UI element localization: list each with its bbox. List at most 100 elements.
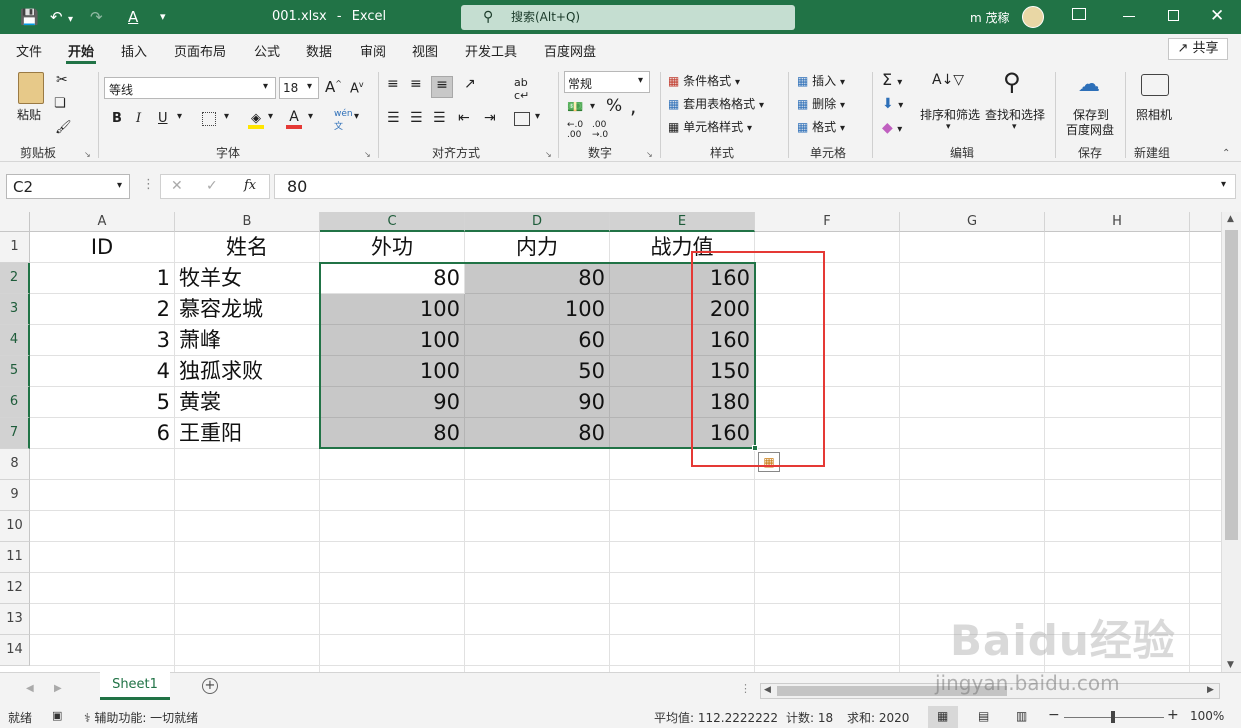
conditional-format-button[interactable]: ▦ 条件格式 ▾	[668, 72, 740, 89]
cell-a2[interactable]: 1	[30, 263, 175, 294]
paste-icon[interactable]	[18, 72, 44, 104]
find-icon[interactable]: ⚲	[1003, 68, 1021, 96]
redo-icon[interactable]: ↷	[90, 8, 103, 26]
copy-icon[interactable]: ❏	[54, 96, 66, 111]
vertical-scrollbar[interactable]: ▲ ▼	[1221, 212, 1241, 672]
italic-icon[interactable]: I	[136, 111, 141, 126]
merge-center-icon[interactable]	[514, 112, 530, 126]
border-icon[interactable]	[202, 112, 216, 126]
cell-b7[interactable]: 王重阳	[175, 418, 320, 449]
tab-home[interactable]: 开始	[68, 41, 94, 60]
sort-filter-icon[interactable]: A↓▽	[932, 72, 964, 88]
column-header[interactable]: C	[320, 212, 465, 232]
add-sheet-icon[interactable]: +	[202, 678, 218, 694]
row-header[interactable]: 8	[0, 449, 30, 480]
cell-a6[interactable]: 5	[30, 387, 175, 418]
row-header[interactable]: 4	[0, 325, 30, 356]
chevron-down-icon[interactable]: ▾	[590, 101, 595, 112]
user-name[interactable]: m 茂稼	[970, 9, 1010, 26]
row-header[interactable]: 2	[0, 263, 30, 294]
cell-b6[interactable]: 黄裳	[175, 387, 320, 418]
next-sheet-icon[interactable]: ▶	[54, 683, 62, 694]
increase-decimal-icon[interactable]: ←.0.00	[567, 120, 583, 140]
accessibility-status[interactable]: ⚕ 辅助功能: 一切就绪	[84, 709, 198, 726]
formula-input[interactable]: 80 ▾	[274, 174, 1236, 199]
column-header[interactable]: A	[30, 212, 175, 232]
cell-style-button[interactable]: ▦ 单元格样式 ▾	[668, 118, 752, 135]
cell-b5[interactable]: 独孤求败	[175, 356, 320, 387]
chevron-down-icon[interactable]: ▾	[354, 111, 359, 122]
cut-icon[interactable]: ✂	[56, 72, 68, 88]
align-right-icon[interactable]: ☰	[433, 110, 446, 126]
worksheet-grid[interactable]: A B C D E F G H 1 2 3 4 5 6 7 8 9 10 11 …	[0, 212, 1221, 672]
expand-formula-icon[interactable]: ▾	[1221, 179, 1226, 190]
find-select-label[interactable]: 查找和选择	[985, 106, 1045, 123]
tab-data[interactable]: 数据	[306, 41, 332, 60]
maximize-icon[interactable]	[1168, 10, 1179, 21]
font-color-icon[interactable]: A	[286, 109, 302, 129]
insert-function-icon[interactable]: fx	[244, 178, 256, 193]
insert-cells-button[interactable]: ▦ 插入 ▾	[797, 72, 845, 89]
close-icon[interactable]: ✕	[1210, 6, 1224, 26]
increase-font-icon[interactable]: A^	[325, 78, 342, 96]
sort-filter-label[interactable]: 排序和筛选	[920, 106, 980, 123]
comma-style-icon[interactable]: ,	[630, 94, 636, 118]
align-middle-icon[interactable]: ≡	[410, 76, 422, 92]
cell-c1[interactable]: 外功	[320, 232, 465, 263]
minimize-icon[interactable]	[1123, 16, 1135, 17]
column-header[interactable]	[1190, 212, 1221, 232]
zoom-out-icon[interactable]: −	[1048, 707, 1060, 723]
vertical-scroll-thumb[interactable]	[1225, 230, 1238, 540]
scroll-left-icon[interactable]: ◀	[764, 685, 771, 695]
search-box[interactable]: ⚲ 搜索(Alt+Q)	[461, 5, 795, 30]
tab-file[interactable]: 文件	[16, 41, 42, 60]
chevron-down-icon[interactable]: ▾	[268, 111, 273, 122]
currency-icon[interactable]: 💵	[567, 100, 583, 115]
cell-a1[interactable]: ID	[30, 232, 175, 263]
column-header[interactable]: F	[755, 212, 900, 232]
macro-record-icon[interactable]: ▣	[52, 709, 62, 722]
baidu-disk-label[interactable]: 百度网盘	[1066, 121, 1114, 138]
chevron-down-icon[interactable]: ▾	[177, 111, 182, 122]
enter-icon[interactable]: ✓	[206, 178, 218, 194]
row-header[interactable]: 6	[0, 387, 30, 418]
cell-a7[interactable]: 6	[30, 418, 175, 449]
collapse-ribbon-icon[interactable]: ⌃	[1222, 148, 1230, 159]
cell-b3[interactable]: 慕容龙城	[175, 294, 320, 325]
wrap-text-icon[interactable]: ab c↵	[514, 76, 529, 102]
tab-insert[interactable]: 插入	[121, 41, 147, 60]
cell-d1[interactable]: 内力	[465, 232, 610, 263]
zoom-slider-thumb[interactable]	[1111, 711, 1115, 723]
cell-a4[interactable]: 3	[30, 325, 175, 356]
cell-b1[interactable]: 姓名	[175, 232, 320, 263]
column-header[interactable]: D	[465, 212, 610, 232]
row-header[interactable]: 10	[0, 511, 30, 542]
clear-icon[interactable]: ◆ ▾	[882, 120, 902, 136]
column-header[interactable]: E	[610, 212, 755, 232]
scroll-up-icon[interactable]: ▲	[1227, 214, 1234, 224]
number-format-select[interactable]: 常规 ▾	[564, 71, 650, 93]
cell-b2[interactable]: 牧羊女	[175, 263, 320, 294]
tab-review[interactable]: 审阅	[360, 41, 386, 60]
decrease-font-icon[interactable]: Av	[350, 80, 364, 96]
format-painter-icon[interactable]: 🖌	[55, 120, 72, 135]
chevron-down-icon[interactable]: ▾	[224, 111, 229, 122]
format-cells-button[interactable]: ▦ 格式 ▾	[797, 118, 845, 135]
increase-indent-icon[interactable]: ⇥	[484, 110, 496, 126]
zoom-level[interactable]: 100%	[1190, 709, 1224, 723]
decrease-indent-icon[interactable]: ⇤	[458, 110, 470, 126]
delete-cells-button[interactable]: ▦ 删除 ▾	[797, 95, 845, 112]
baidu-disk-icon[interactable]: ☁	[1078, 72, 1100, 97]
name-box[interactable]: C2 ▾	[6, 174, 130, 199]
font-color-qat-icon[interactable]: A	[128, 8, 138, 26]
align-center-icon[interactable]: ☰	[410, 110, 423, 126]
camera-label[interactable]: 照相机	[1136, 106, 1172, 123]
sheet-tab-sheet1[interactable]: Sheet1	[100, 672, 170, 700]
scroll-down-icon[interactable]: ▼	[1227, 660, 1234, 670]
cell-b4[interactable]: 萧峰	[175, 325, 320, 356]
normal-view-button[interactable]: ▦	[928, 706, 958, 728]
column-header[interactable]: H	[1045, 212, 1190, 232]
chevron-down-icon[interactable]: ▾	[1012, 122, 1017, 132]
fill-color-icon[interactable]: ◈	[248, 111, 264, 129]
bold-icon[interactable]: B	[112, 111, 122, 126]
